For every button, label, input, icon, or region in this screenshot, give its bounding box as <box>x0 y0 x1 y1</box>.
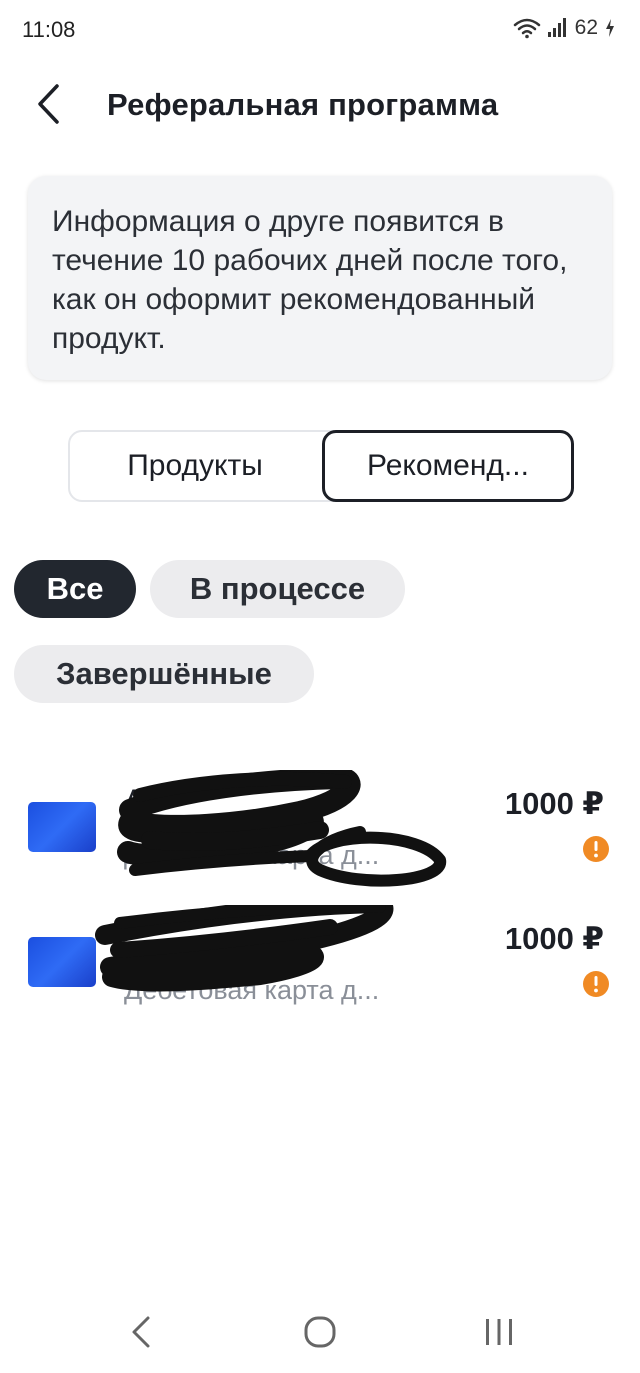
header: Реферальная программа <box>0 72 640 138</box>
wifi-icon <box>513 18 540 39</box>
referral-name: А <box>124 784 145 817</box>
referral-item[interactable]: А Дебетовая карта д... 1000 ₽ <box>0 770 640 890</box>
status-time: 11:08 <box>22 17 76 42</box>
system-nav-bar <box>0 1292 640 1373</box>
charging-icon <box>606 19 614 37</box>
debit-card-thumbnail <box>28 937 96 987</box>
referral-item[interactable]: Дебетовая карта д... 1000 ₽ <box>0 905 640 1025</box>
referral-amount: 1000 ₽ <box>504 786 604 821</box>
nav-back-icon <box>132 1316 150 1348</box>
page-title: Реферальная программа <box>107 87 499 122</box>
back-button[interactable] <box>24 80 72 128</box>
tab-products[interactable]: Продукты <box>70 430 320 502</box>
debit-card-thumbnail <box>28 802 96 852</box>
filter-chip-in-progress[interactable]: В процессе <box>150 560 405 618</box>
nav-recents-icon <box>486 1319 512 1345</box>
filter-chip-completed[interactable]: Завершённые <box>14 645 314 703</box>
nav-home-button[interactable] <box>290 1310 350 1354</box>
info-card: Информация о друге появится в течение 10… <box>28 176 612 380</box>
chevron-left-icon <box>38 84 59 124</box>
segmented-control: Продукты Рекоменд... <box>68 430 574 502</box>
signal-icon <box>547 18 566 37</box>
referral-product: Дебетовая карта д... <box>124 840 380 870</box>
info-text: Информация о друге появится в течение 10… <box>52 205 568 355</box>
warning-icon <box>583 836 609 862</box>
nav-home-icon <box>304 1316 336 1348</box>
nav-back-button[interactable] <box>111 1310 171 1354</box>
nav-recents-button[interactable] <box>469 1310 529 1354</box>
tab-recommended[interactable]: Рекоменд... <box>322 430 574 502</box>
status-bar: 11:08 62 <box>0 0 640 62</box>
battery-level: 62 <box>574 16 598 39</box>
filter-chip-all[interactable]: Все <box>14 560 136 618</box>
referral-product: Дебетовая карта д... <box>124 975 380 1005</box>
screen: 11:08 62 Реферальная программа Информаци… <box>0 0 640 1373</box>
referral-amount: 1000 ₽ <box>504 921 604 956</box>
warning-icon <box>583 971 609 997</box>
status-icons: 62 <box>513 16 616 40</box>
